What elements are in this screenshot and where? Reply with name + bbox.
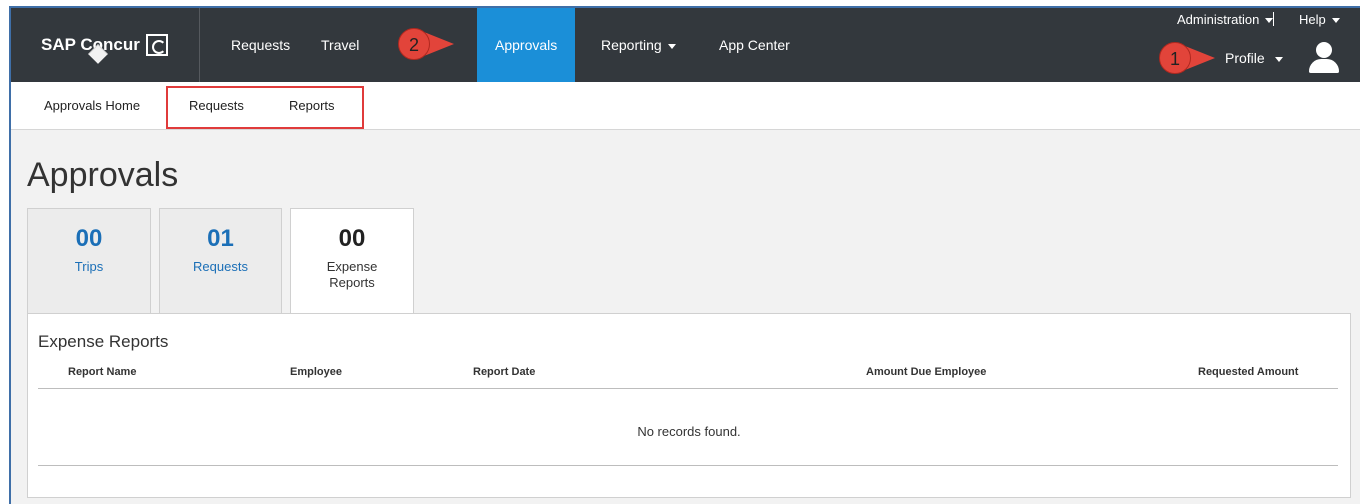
nav-requests[interactable]: Requests bbox=[227, 8, 294, 82]
nav-app-center[interactable]: App Center bbox=[715, 8, 794, 82]
table-bottom-divider bbox=[38, 465, 1338, 466]
chevron-down-icon bbox=[1331, 18, 1340, 24]
trips-label: Trips bbox=[74, 259, 104, 274]
app-window: SAP Concur Requests Travel Approvals Rep… bbox=[9, 6, 1360, 504]
tab-requests[interactable]: 01 Requests bbox=[159, 208, 282, 314]
help-label: Help bbox=[1299, 12, 1326, 27]
nav-approvals[interactable]: Approvals bbox=[477, 8, 576, 82]
expense-reports-label-line1: Expense bbox=[326, 259, 378, 274]
user-avatar-icon[interactable] bbox=[1309, 42, 1339, 74]
nav-reporting[interactable]: Reporting bbox=[597, 8, 680, 82]
empty-state-message: No records found. bbox=[637, 424, 741, 439]
concur-logo-icon bbox=[145, 34, 168, 56]
column-header-report-name[interactable]: Report Name bbox=[68, 366, 136, 378]
subnav-approvals-home[interactable]: Approvals Home bbox=[44, 98, 140, 113]
approvals-subnav: Approvals Home Requests Reports bbox=[11, 82, 1360, 130]
trips-count: 00 bbox=[75, 225, 103, 252]
column-header-requested-amount[interactable]: Requested Amount bbox=[1198, 366, 1298, 378]
expense-reports-label: Expense Reports bbox=[291, 259, 413, 291]
expense-reports-panel: Expense Reports Report Name Employee Rep… bbox=[27, 313, 1351, 498]
chevron-down-icon bbox=[1274, 56, 1283, 62]
top-navigation-bar: SAP Concur Requests Travel Approvals Rep… bbox=[11, 8, 1360, 82]
nav-divider bbox=[199, 8, 200, 82]
annotation-highlight-box bbox=[166, 86, 364, 129]
chevron-down-icon bbox=[667, 43, 676, 49]
nav-reporting-label: Reporting bbox=[601, 37, 662, 53]
profile-menu[interactable]: Profile bbox=[1225, 50, 1283, 66]
nav-travel[interactable]: Travel bbox=[317, 8, 363, 82]
expense-reports-count: 00 bbox=[338, 225, 366, 252]
expense-reports-label-line2: Reports bbox=[329, 275, 375, 290]
page-title: Approvals bbox=[27, 156, 179, 194]
tab-trips[interactable]: 00 Trips bbox=[27, 208, 151, 314]
avatar-head bbox=[1316, 42, 1332, 58]
header-divider bbox=[38, 388, 1338, 389]
column-header-report-date[interactable]: Report Date bbox=[473, 366, 535, 378]
tab-expense-reports[interactable]: 00 Expense Reports bbox=[290, 208, 414, 314]
avatar-body bbox=[1309, 59, 1339, 73]
column-header-amount-due-employee[interactable]: Amount Due Employee bbox=[866, 366, 986, 378]
column-header-employee[interactable]: Employee bbox=[290, 366, 342, 378]
requests-label: Requests bbox=[193, 259, 248, 274]
administration-menu[interactable]: Administration bbox=[1177, 12, 1274, 27]
callout-number: 2 bbox=[398, 28, 430, 60]
panel-title: Expense Reports bbox=[38, 332, 169, 351]
utility-separator bbox=[1273, 12, 1274, 26]
requests-count: 01 bbox=[207, 225, 234, 252]
callout-number: 1 bbox=[1159, 42, 1191, 74]
nav-approvals-label: Approvals bbox=[495, 37, 558, 53]
help-menu[interactable]: Help bbox=[1299, 12, 1340, 27]
profile-label: Profile bbox=[1225, 50, 1265, 66]
administration-label: Administration bbox=[1177, 12, 1260, 27]
